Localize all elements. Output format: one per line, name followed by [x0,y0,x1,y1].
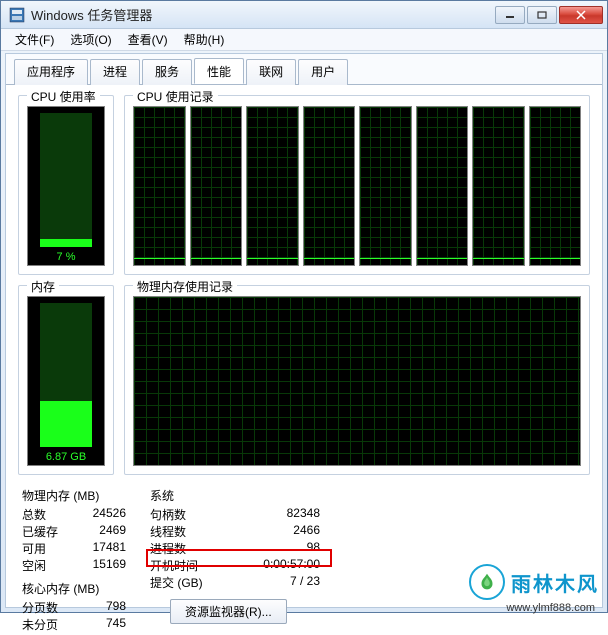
cpu-core-graph [133,106,186,266]
cpu-core-graph [190,106,243,266]
tab-users[interactable]: 用户 [298,59,348,85]
client-area: 应用程序 进程 服务 性能 联网 用户 CPU 使用率 7 % CPU 使用记录 [5,53,603,608]
phys-free-value: 15169 [70,557,126,574]
phys-total-value: 24526 [70,506,126,523]
commit-value: 7 / 23 [228,574,320,591]
titlebar[interactable]: Windows 任务管理器 [1,1,607,29]
processes-value: 98 [228,540,320,557]
watermark-url: www.ylmf888.com [506,602,595,614]
cpu-history-group: CPU 使用记录 [124,95,590,275]
close-icon [575,10,587,20]
kernel-paged-value: 798 [70,599,126,616]
close-button[interactable] [559,6,603,24]
physical-memory-stats: 物理内存 (MB) 总数24526 已缓存2469 可用17481 空闲1516… [22,487,126,633]
threads-value: 2466 [228,523,320,540]
cpu-usage-value: 7 % [28,251,104,263]
threads-label: 线程数 [150,523,228,540]
maximize-button[interactable] [527,6,557,24]
memory-history-group: 物理内存使用记录 [124,285,590,475]
menu-options[interactable]: 选项(O) [62,29,119,50]
maximize-icon [537,11,547,19]
watermark: 雨林木风 [469,564,599,600]
menu-file[interactable]: 文件(F) [7,29,62,50]
phys-total-label: 总数 [22,506,70,523]
minimize-icon [505,11,515,19]
processes-label: 进程数 [150,540,228,557]
memory-history-graph [133,296,581,466]
kernel-paged-label: 分页数 [22,599,70,616]
cpu-history-title: CPU 使用记录 [133,88,218,105]
kernel-nonpaged-label: 未分页 [22,616,70,633]
cpu-usage-title: CPU 使用率 [27,88,100,105]
tab-performance[interactable]: 性能 [194,58,244,84]
phys-cached-value: 2469 [70,523,126,540]
performance-panel: CPU 使用率 7 % CPU 使用记录 [6,84,602,611]
minimize-button[interactable] [495,6,525,24]
memory-usage-value: 6.87 GB [28,451,104,463]
memory-usage-title: 内存 [27,278,59,295]
phys-free-label: 空闲 [22,557,70,574]
cpu-history-graphs [133,106,581,266]
app-icon [9,7,25,23]
system-stats: 系统 句柄数82348 线程数2466 进程数98 开机时间0:00:57:00… [150,487,320,633]
handles-label: 句柄数 [150,506,228,523]
memory-meter: 6.87 GB [27,296,105,466]
phys-cached-label: 已缓存 [22,523,70,540]
commit-label: 提交 (GB) [150,574,228,591]
task-manager-window: Windows 任务管理器 文件(F) 选项(O) 查看(V) 帮助(H) 应用… [0,0,608,613]
tab-processes[interactable]: 进程 [90,59,140,85]
window-title: Windows 任务管理器 [31,5,495,24]
cpu-core-graph [303,106,356,266]
phys-mem-title: 物理内存 (MB) [22,487,126,504]
menu-help[interactable]: 帮助(H) [176,29,233,50]
menubar: 文件(F) 选项(O) 查看(V) 帮助(H) [1,29,607,51]
kernel-mem-title: 核心内存 (MB) [22,580,126,597]
uptime-value: 0:00:57:00 [228,557,320,574]
system-title: 系统 [150,487,320,504]
tab-services[interactable]: 服务 [142,59,192,85]
kernel-nonpaged-value: 745 [70,616,126,633]
cpu-core-graph [416,106,469,266]
uptime-label: 开机时间 [150,557,228,574]
watermark-text: 雨林木风 [511,568,599,597]
watermark-icon [469,564,505,600]
handles-value: 82348 [228,506,320,523]
menu-view[interactable]: 查看(V) [120,29,176,50]
resource-monitor-button[interactable]: 资源监视器(R)... [170,599,287,624]
phys-avail-value: 17481 [70,540,126,557]
phys-avail-label: 可用 [22,540,70,557]
cpu-core-graph [359,106,412,266]
cpu-meter: 7 % [27,106,105,266]
cpu-core-graph [529,106,582,266]
memory-usage-group: 内存 6.87 GB [18,285,114,475]
cpu-core-graph [246,106,299,266]
tab-applications[interactable]: 应用程序 [14,59,88,85]
cpu-core-graph [472,106,525,266]
tab-strip: 应用程序 进程 服务 性能 联网 用户 [6,54,602,84]
tab-networking[interactable]: 联网 [246,59,296,85]
memory-history-title: 物理内存使用记录 [133,278,237,295]
cpu-usage-group: CPU 使用率 7 % [18,95,114,275]
